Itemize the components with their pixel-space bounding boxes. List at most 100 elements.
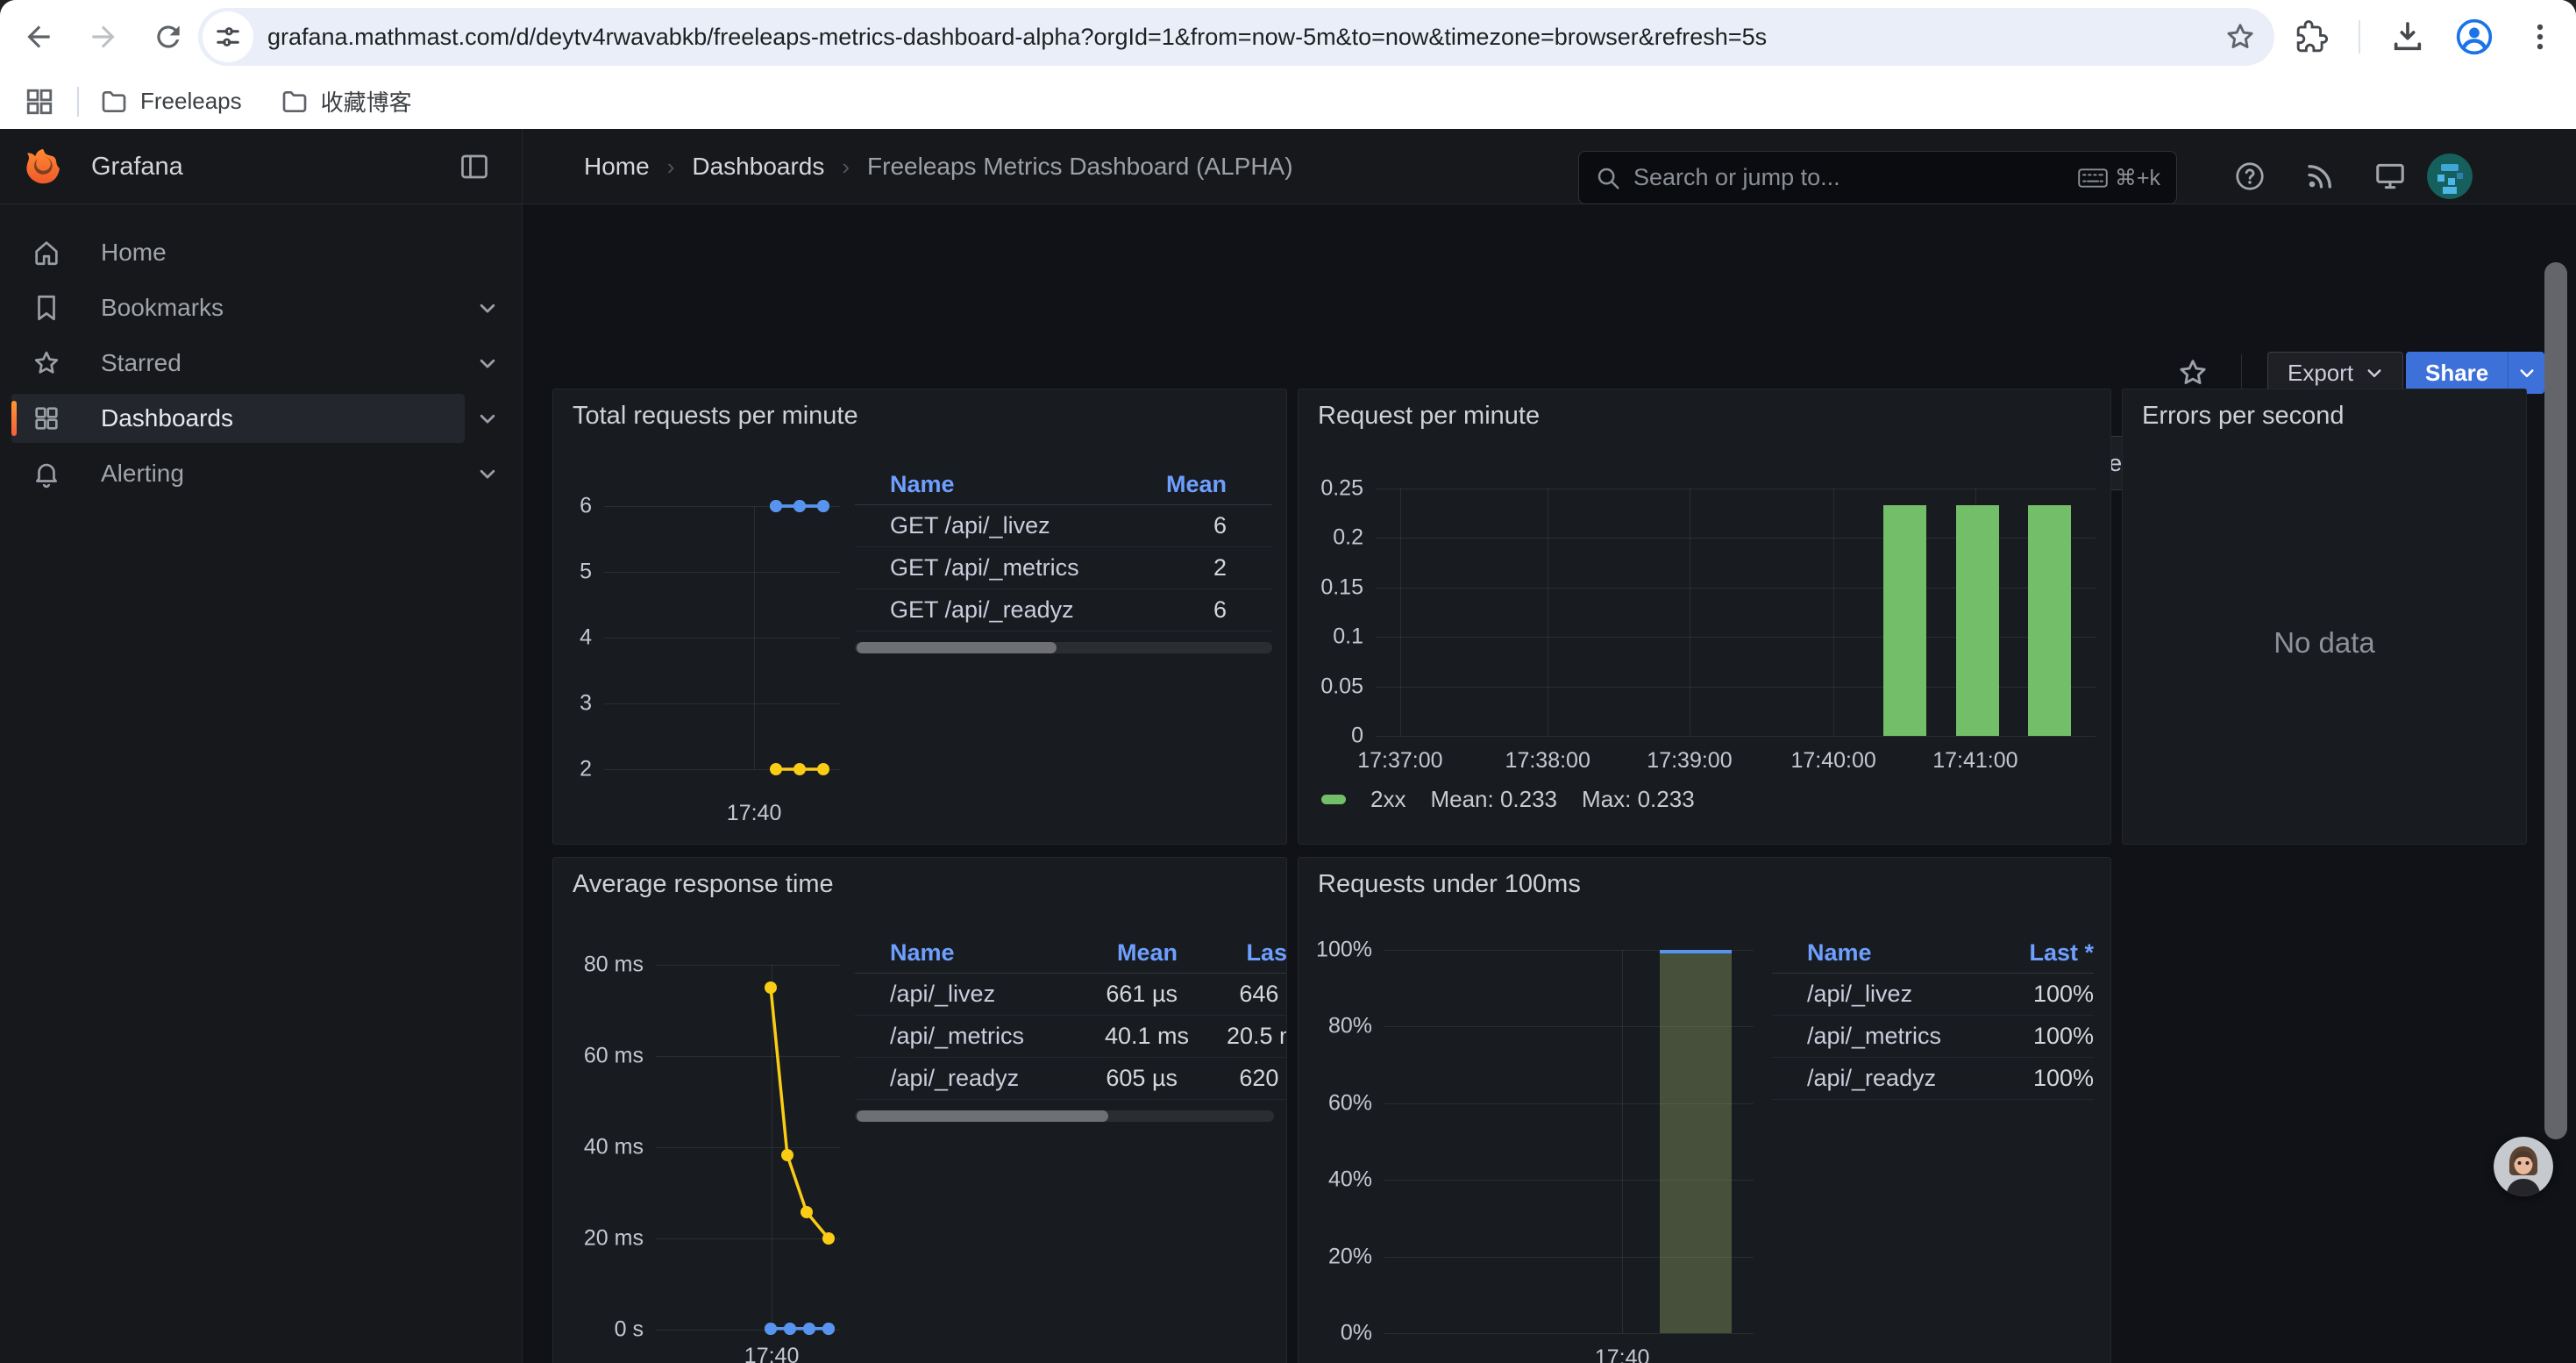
legend-row[interactable]: GET /api/_livez 6 [855, 505, 1272, 547]
export-button[interactable]: Export [2267, 352, 2403, 394]
user-avatar[interactable] [2427, 153, 2473, 199]
bookmark-folder-blogs[interactable]: 收藏博客 [281, 85, 412, 118]
legend-row[interactable]: GET /api/_metrics 2 [855, 547, 1272, 589]
breadcrumb-dashboards[interactable]: Dashboards [692, 153, 824, 181]
sidebar-toggle-button[interactable] [459, 151, 490, 182]
y-axis-tick-label: 0.15 [1320, 574, 1363, 600]
url-text[interactable]: grafana.mathmast.com/d/deytv4rwavabkb/fr… [267, 24, 2211, 51]
panel-title[interactable]: Requests under 100ms [1318, 870, 1581, 899]
legend-header-last[interactable]: Last * [1206, 939, 1287, 967]
profile-button[interactable] [2455, 18, 2494, 56]
favorite-dashboard-button[interactable] [2176, 356, 2210, 389]
y-axis-tick-label: 0.05 [1320, 674, 1363, 699]
assistant-avatar-button[interactable] [2494, 1137, 2553, 1196]
y-axis-tick-label: 80 ms [584, 953, 644, 978]
panel-errors-per-second[interactable]: Errors per second No data [2122, 389, 2527, 845]
reload-button[interactable] [149, 18, 188, 56]
bookmark-folder-label: Freeleaps [140, 88, 242, 115]
time-series-chart[interactable]: 80 ms60 ms40 ms20 ms0 s17:40 [568, 965, 840, 1363]
toolbar-divider [2359, 20, 2360, 54]
help-icon [2234, 161, 2266, 192]
y-axis-tick-label: 0% [1341, 1321, 1372, 1346]
display-button[interactable] [2371, 152, 2409, 201]
profile-avatar-icon [2455, 18, 2494, 56]
star-icon [2176, 356, 2210, 389]
expand-dashboards-button[interactable] [465, 394, 510, 443]
url-bar[interactable]: grafana.mathmast.com/d/deytv4rwavabkb/fr… [198, 8, 2274, 66]
news-button[interactable] [2301, 152, 2339, 201]
legend-max: Max: 0.233 [1582, 786, 1695, 813]
legend-header-name[interactable]: Name [1807, 939, 1989, 967]
bar-chart[interactable]: 100%80%60%40%20%0%17:40 [1320, 950, 1754, 1363]
sidebar-item-label: Starred [101, 349, 181, 377]
sidebar-item-bookmarks[interactable]: Bookmarks [11, 283, 510, 332]
legend-mean: Mean: 0.233 [1430, 786, 1557, 813]
page-scrollbar[interactable] [2544, 262, 2567, 1139]
legend-header-mean[interactable]: Mean [1105, 939, 1206, 967]
legend-row[interactable]: /api/_metrics 40.1 ms 20.5 ms [855, 1016, 1287, 1058]
breadcrumb: Home › Dashboards › Freeleaps Metrics Da… [584, 129, 1293, 204]
share-menu-button[interactable] [2508, 352, 2544, 394]
legend-header-mean[interactable]: Mean [1155, 471, 1272, 498]
legend-header-last[interactable]: Last * [1989, 939, 2094, 967]
search-icon [1595, 165, 1621, 191]
back-button[interactable] [19, 18, 58, 56]
rss-icon [2304, 161, 2336, 192]
legend-row[interactable]: /api/_metrics 100% [1772, 1016, 2094, 1058]
forward-button[interactable] [84, 18, 123, 56]
brand-title: Grafana [91, 153, 183, 182]
legend-series[interactable]: 2xx [1370, 786, 1405, 813]
browser-menu-button[interactable] [2523, 20, 2557, 54]
y-axis-tick-label: 3 [580, 691, 592, 717]
gridline [1833, 489, 1834, 736]
apps-button[interactable] [25, 87, 54, 117]
grafana-app: Grafana Home › Dashboards › Freeleaps Me… [0, 129, 2576, 1363]
legend-row[interactable]: /api/_livez 100% [1772, 974, 2094, 1016]
data-point [793, 500, 806, 512]
help-button[interactable] [2231, 152, 2269, 201]
site-settings-button[interactable] [203, 11, 253, 62]
legend-header-name[interactable]: Name [890, 471, 1155, 498]
panel-average-response-time[interactable]: Average response time 80 ms60 ms40 ms20 … [552, 857, 1287, 1363]
downloads-button[interactable] [2390, 19, 2425, 54]
legend-row[interactable]: /api/_readyz 100% [1772, 1058, 2094, 1100]
grafana-logo[interactable] [23, 146, 63, 187]
legend-scrollbar[interactable] [855, 1110, 1274, 1122]
legend-header-name[interactable]: Name [890, 939, 1105, 967]
extensions-button[interactable] [2295, 20, 2329, 54]
sidebar-item-home[interactable]: Home [11, 228, 510, 277]
panel-title[interactable]: Total requests per minute [573, 402, 858, 431]
panel-request-per-minute[interactable]: Request per minute 0.250.20.150.10.05017… [1298, 389, 2111, 845]
legend-row[interactable]: /api/_readyz 605 µs 620 µs [855, 1058, 1287, 1100]
chart-bar [2028, 505, 2071, 736]
chevron-down-icon [478, 298, 497, 318]
chevron-right-icon: › [667, 153, 675, 181]
panel-title[interactable]: Errors per second [2142, 402, 2345, 431]
x-axis-tick-label: 17:40:00 [1790, 748, 1875, 774]
search-input[interactable]: Search or jump to... ⌘+k [1578, 151, 2177, 204]
expand-alerting-button[interactable] [465, 449, 510, 498]
breadcrumb-home[interactable]: Home [584, 153, 650, 181]
legend-row[interactable]: GET /api/_readyz 6 [855, 589, 1272, 632]
panel-title[interactable]: Average response time [573, 870, 834, 899]
expand-bookmarks-button[interactable] [465, 283, 510, 332]
legend-scrollbar[interactable] [855, 642, 1272, 653]
y-axis-tick-label: 4 [580, 625, 592, 651]
panel-requests-under-100ms[interactable]: Requests under 100ms 100%80%60%40%20%0%1… [1298, 857, 2111, 1363]
expand-starred-button[interactable] [465, 339, 510, 388]
bar-chart[interactable]: 0.250.20.150.10.05017:37:0017:38:0017:39… [1323, 489, 2096, 775]
sidebar-item-dashboards[interactable]: Dashboards [11, 394, 510, 443]
legend-table: Name Last * /api/_livez 100% /api/_metri… [1772, 933, 2094, 1100]
bookmark-folder-freeleaps[interactable]: Freeleaps [100, 88, 242, 116]
search-placeholder: Search or jump to... [1633, 164, 2078, 191]
sidebar-item-starred[interactable]: Starred [11, 339, 510, 388]
bookmark-star-button[interactable] [2224, 20, 2257, 54]
share-button[interactable]: Share [2406, 352, 2508, 394]
sidebar-item-alerting[interactable]: Alerting [11, 449, 510, 498]
star-icon [2224, 20, 2257, 54]
legend-row[interactable]: /api/_livez 661 µs 646 µs [855, 974, 1287, 1016]
chart-bar [1883, 505, 1926, 736]
panel-total-requests-per-minute[interactable]: Total requests per minute 6543217:40 Nam… [552, 389, 1287, 845]
time-series-chart[interactable]: 6543217:40 [560, 506, 840, 831]
panel-title[interactable]: Request per minute [1318, 402, 1540, 431]
